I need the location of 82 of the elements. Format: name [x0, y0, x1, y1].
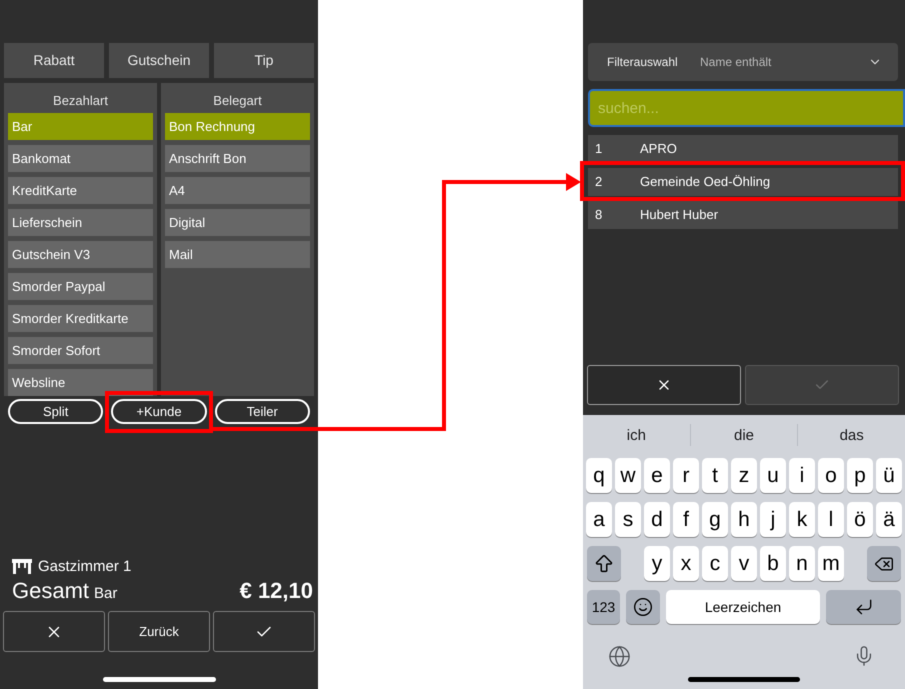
- cancel-button[interactable]: [587, 365, 741, 405]
- option-item[interactable]: A4: [165, 177, 310, 204]
- letter-key[interactable]: d: [644, 502, 670, 537]
- option-button[interactable]: Tip: [214, 43, 314, 78]
- option-item[interactable]: Bankomat: [8, 145, 153, 172]
- option-button[interactable]: Gutschein: [109, 43, 209, 78]
- emoji-icon: [633, 597, 653, 617]
- letter-key[interactable]: ä: [876, 502, 902, 537]
- suggestion-item[interactable]: das: [798, 424, 905, 446]
- payment-method-label: Bar: [94, 584, 118, 604]
- letter-key[interactable]: i: [789, 458, 815, 493]
- option-item[interactable]: Digital: [165, 209, 310, 236]
- customer-row[interactable]: 1 APRO: [588, 135, 898, 163]
- letter-key[interactable]: o: [818, 458, 844, 493]
- panel-title: Belegart: [212, 93, 263, 109]
- numbers-key[interactable]: 123: [587, 590, 620, 624]
- emoji-key[interactable]: [626, 590, 660, 624]
- total-label: Gesamt: [12, 578, 90, 604]
- back-button[interactable]: Zurück: [108, 611, 210, 652]
- suggestion-item[interactable]: ich: [583, 424, 690, 446]
- letter-key[interactable]: q: [586, 458, 612, 493]
- letter-key[interactable]: g: [702, 502, 728, 537]
- location-label: Gastzimmer 1: [38, 558, 132, 574]
- customer-row[interactable]: 2 Gemeinde Oed-Öhling: [588, 168, 898, 196]
- shift-key[interactable]: [587, 546, 621, 581]
- option-item[interactable]: Websline: [8, 369, 153, 396]
- return-icon: [854, 597, 874, 617]
- letter-key[interactable]: h: [731, 502, 757, 537]
- letter-key[interactable]: w: [615, 458, 641, 493]
- option-item[interactable]: Smorder Kreditkarte: [8, 305, 153, 332]
- pill-button[interactable]: Teiler: [214, 399, 310, 424]
- table-icon: [12, 558, 32, 574]
- option-button[interactable]: Rabatt: [4, 43, 104, 78]
- letter-key[interactable]: z: [731, 458, 757, 493]
- letter-key[interactable]: f: [673, 502, 699, 537]
- backspace-key[interactable]: [867, 546, 901, 581]
- letter-key[interactable]: y: [644, 546, 670, 581]
- suggestion-item[interactable]: die: [690, 424, 798, 446]
- letter-key[interactable]: k: [789, 502, 815, 537]
- customer-number: 2: [595, 173, 604, 192]
- search-field[interactable]: suchen...: [588, 89, 905, 127]
- option-item[interactable]: Anschrift Bon: [165, 145, 310, 172]
- panel-title: Bezahlart: [52, 93, 109, 109]
- letter-key[interactable]: t: [702, 458, 728, 493]
- filter-select[interactable]: Name enthält: [700, 53, 882, 71]
- letter-key[interactable]: j: [760, 502, 786, 537]
- letter-key[interactable]: ö: [847, 502, 873, 537]
- shift-icon: [593, 552, 615, 574]
- option-item[interactable]: Smorder Sofort: [8, 337, 153, 364]
- customer-row[interactable]: 8 Hubert Huber: [588, 201, 898, 229]
- letter-key[interactable]: p: [847, 458, 873, 493]
- letter-key[interactable]: ü: [876, 458, 902, 493]
- customer-name: Hubert Huber: [640, 206, 718, 224]
- option-item[interactable]: Lieferschein: [8, 209, 153, 236]
- customer-number: 1: [595, 140, 604, 158]
- letter-key[interactable]: l: [818, 502, 844, 537]
- letter-key[interactable]: c: [702, 546, 728, 581]
- cancel-button[interactable]: [3, 611, 105, 652]
- letter-key[interactable]: v: [731, 546, 757, 581]
- letter-key[interactable]: r: [673, 458, 699, 493]
- letter-key[interactable]: a: [586, 502, 612, 537]
- total-amount: € 12,10: [240, 578, 313, 604]
- option-item[interactable]: Gutschein V3: [8, 241, 153, 268]
- letter-key[interactable]: m: [818, 546, 844, 581]
- globe-icon[interactable]: [608, 644, 631, 668]
- option-item[interactable]: Mail: [165, 241, 310, 268]
- customer-number: 8: [595, 206, 604, 224]
- customer-name: APRO: [640, 140, 677, 158]
- letter-key[interactable]: s: [615, 502, 641, 537]
- option-item[interactable]: Smorder Paypal: [8, 273, 153, 300]
- space-key[interactable]: Leerzeichen: [666, 590, 820, 624]
- letter-key[interactable]: b: [760, 546, 786, 581]
- filter-label: Filterauswahl: [607, 54, 679, 71]
- customer-name: Gemeinde Oed-Öhling: [640, 173, 770, 192]
- letter-key[interactable]: x: [673, 546, 699, 581]
- pill-button[interactable]: Split: [8, 399, 104, 424]
- letter-key[interactable]: n: [789, 546, 815, 581]
- letter-key[interactable]: e: [644, 458, 670, 493]
- letter-key[interactable]: u: [760, 458, 786, 493]
- option-item[interactable]: KreditKarte: [8, 177, 153, 204]
- confirm-button[interactable]: [213, 611, 315, 652]
- pill-button[interactable]: +Kunde: [111, 399, 207, 424]
